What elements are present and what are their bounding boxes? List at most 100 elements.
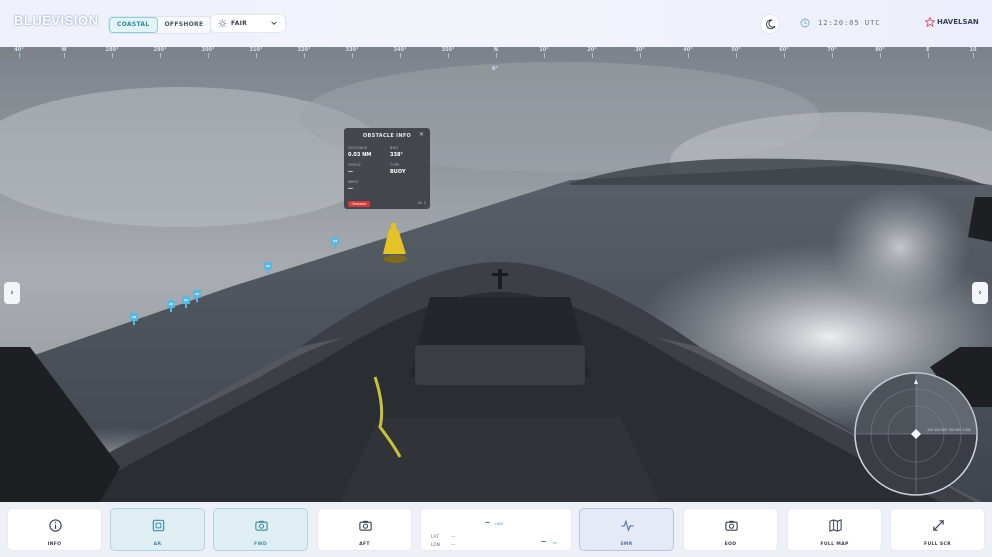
heading-tick: 330° xyxy=(341,47,363,58)
heading-tick: 350° xyxy=(437,47,459,58)
popup-title: OBSTACLE INFO xyxy=(362,133,412,139)
radar-widget[interactable]: 300 400 600 700 800 1000 xyxy=(853,371,979,497)
camera-view[interactable]: 19 20 21 22 23 24 xyxy=(0,47,992,502)
heading-tick: 60° xyxy=(773,47,795,58)
clock-icon xyxy=(800,18,810,28)
heading-tick: 40° xyxy=(8,47,30,58)
camera-icon xyxy=(725,520,738,531)
heading-tick: 300° xyxy=(197,47,219,58)
moon-icon xyxy=(766,19,776,30)
navigation-readout: — HDG LAT — LON — — kn xyxy=(420,508,572,551)
obstacle-info-popup: OBSTACLE INFO ✕ DISTANCE 0.03 NM BRG 338… xyxy=(344,128,430,209)
fwd-camera-button[interactable]: FWD xyxy=(213,508,308,551)
lon-label: LON xyxy=(431,543,441,548)
heading-tick: 50° xyxy=(725,47,747,58)
aft-camera-button[interactable]: AFT xyxy=(317,508,412,551)
mode-coastal-button[interactable]: COASTAL xyxy=(109,17,158,33)
field-label: DISTANCE xyxy=(348,146,368,150)
field-label: TYPE xyxy=(390,163,400,167)
heading-tick: 30° xyxy=(629,47,651,58)
info-button[interactable]: INFO xyxy=(7,508,102,551)
expand-icon xyxy=(933,520,944,531)
radar-range-labels: 300 400 600 700 800 1000 xyxy=(927,428,971,432)
smr-button[interactable]: SMR xyxy=(579,508,674,551)
ais-marker[interactable]: 21 xyxy=(182,296,190,308)
chevron-left-icon: ‹ xyxy=(978,288,982,298)
bottom-toolbar: INFO AR FWD AFT — HDG LAT — LON — — kn S… xyxy=(0,502,992,557)
heading-tick: 20° xyxy=(581,47,603,58)
heading-unit: HDG xyxy=(495,522,504,526)
brand-name: HAVELSAN xyxy=(937,18,979,26)
theme-toggle-button[interactable] xyxy=(760,14,780,34)
button-label: INFO xyxy=(47,542,62,547)
utc-clock: 12:20:05 UTC xyxy=(818,19,881,27)
mode-toggle: COASTAL OFFSHORE xyxy=(108,16,212,34)
button-label: FULL SCR xyxy=(924,542,951,547)
camera-icon xyxy=(255,520,268,531)
ais-marker[interactable]: 24 xyxy=(331,237,339,249)
button-label: EOD xyxy=(724,542,737,547)
left-panel-toggle[interactable]: › xyxy=(4,282,20,304)
ais-marker[interactable]: 22 xyxy=(193,290,201,302)
full-screen-button[interactable]: FULL SCR xyxy=(890,508,985,551)
obstacle-id: ID: 2 xyxy=(417,201,426,205)
heading-tick: 340° xyxy=(389,47,411,58)
heading-tick: E xyxy=(917,47,939,58)
field-label: BRG xyxy=(390,146,399,150)
ais-marker[interactable]: 19 xyxy=(130,313,138,325)
speed-unit: kn xyxy=(553,541,558,545)
pulse-icon xyxy=(621,519,634,532)
heading-tick: 10° xyxy=(533,47,555,58)
status-badge: Obstacle xyxy=(348,201,370,207)
close-icon[interactable]: ✕ xyxy=(419,131,424,138)
heading-tick: 80° xyxy=(869,47,891,58)
heading-tick: 290° xyxy=(149,47,171,58)
heading-value: — xyxy=(485,520,490,526)
speed-value: — xyxy=(541,539,546,545)
button-label: FULL MAP xyxy=(820,542,849,547)
field-label: MMSI xyxy=(348,180,359,184)
top-bar: BLUEVISION COASTAL OFFSHORE FAIR 12:20:0… xyxy=(0,0,992,47)
brand-logo: HAVELSAN xyxy=(925,17,979,27)
eod-button[interactable]: EOD xyxy=(683,508,778,551)
lat-label: LAT xyxy=(431,535,439,540)
heading-tape: 40° W 280° 290° 300° 310° 320° 330° 340°… xyxy=(0,47,992,77)
lat-value: — xyxy=(451,535,456,540)
radar-scope xyxy=(854,372,978,496)
lon-value: — xyxy=(451,543,456,548)
current-heading: 0° xyxy=(492,66,498,72)
heading-tick: 10 xyxy=(962,47,984,58)
ais-marker[interactable]: 20 xyxy=(167,300,175,312)
ar-icon xyxy=(152,519,165,532)
heading-tick: 280° xyxy=(101,47,123,58)
button-label: FWD xyxy=(254,542,267,547)
weather-dropdown[interactable]: FAIR xyxy=(210,14,286,33)
star-icon xyxy=(925,17,935,27)
chevron-right-icon: › xyxy=(10,288,14,298)
ar-button[interactable]: AR xyxy=(110,508,205,551)
camera-icon xyxy=(359,520,372,531)
map-icon xyxy=(829,519,842,532)
full-map-button[interactable]: FULL MAP xyxy=(787,508,882,551)
button-label: AFT xyxy=(359,542,370,547)
field-value: — xyxy=(348,169,353,175)
heading-tick: N xyxy=(485,47,507,58)
chevron-down-icon xyxy=(271,21,277,25)
heading-tick: 40° xyxy=(677,47,699,58)
button-label: SMR xyxy=(620,542,633,547)
field-value: BUOY xyxy=(390,169,406,175)
right-panel-toggle[interactable]: ‹ xyxy=(972,282,988,304)
mode-offshore-button[interactable]: OFFSHORE xyxy=(158,17,211,33)
info-icon xyxy=(49,519,62,532)
weather-label: FAIR xyxy=(231,20,248,27)
heading-tick: 70° xyxy=(821,47,843,58)
field-value: 338° xyxy=(390,152,403,158)
heading-tick: W xyxy=(53,47,75,58)
app-logo: BLUEVISION xyxy=(14,13,99,28)
field-value: 0.03 NM xyxy=(348,152,372,158)
ais-marker[interactable]: 23 xyxy=(264,262,272,274)
field-label: SPEED xyxy=(348,163,361,167)
button-label: AR xyxy=(153,542,162,547)
field-value: — xyxy=(348,186,353,192)
boat-camera-feed xyxy=(0,47,992,502)
